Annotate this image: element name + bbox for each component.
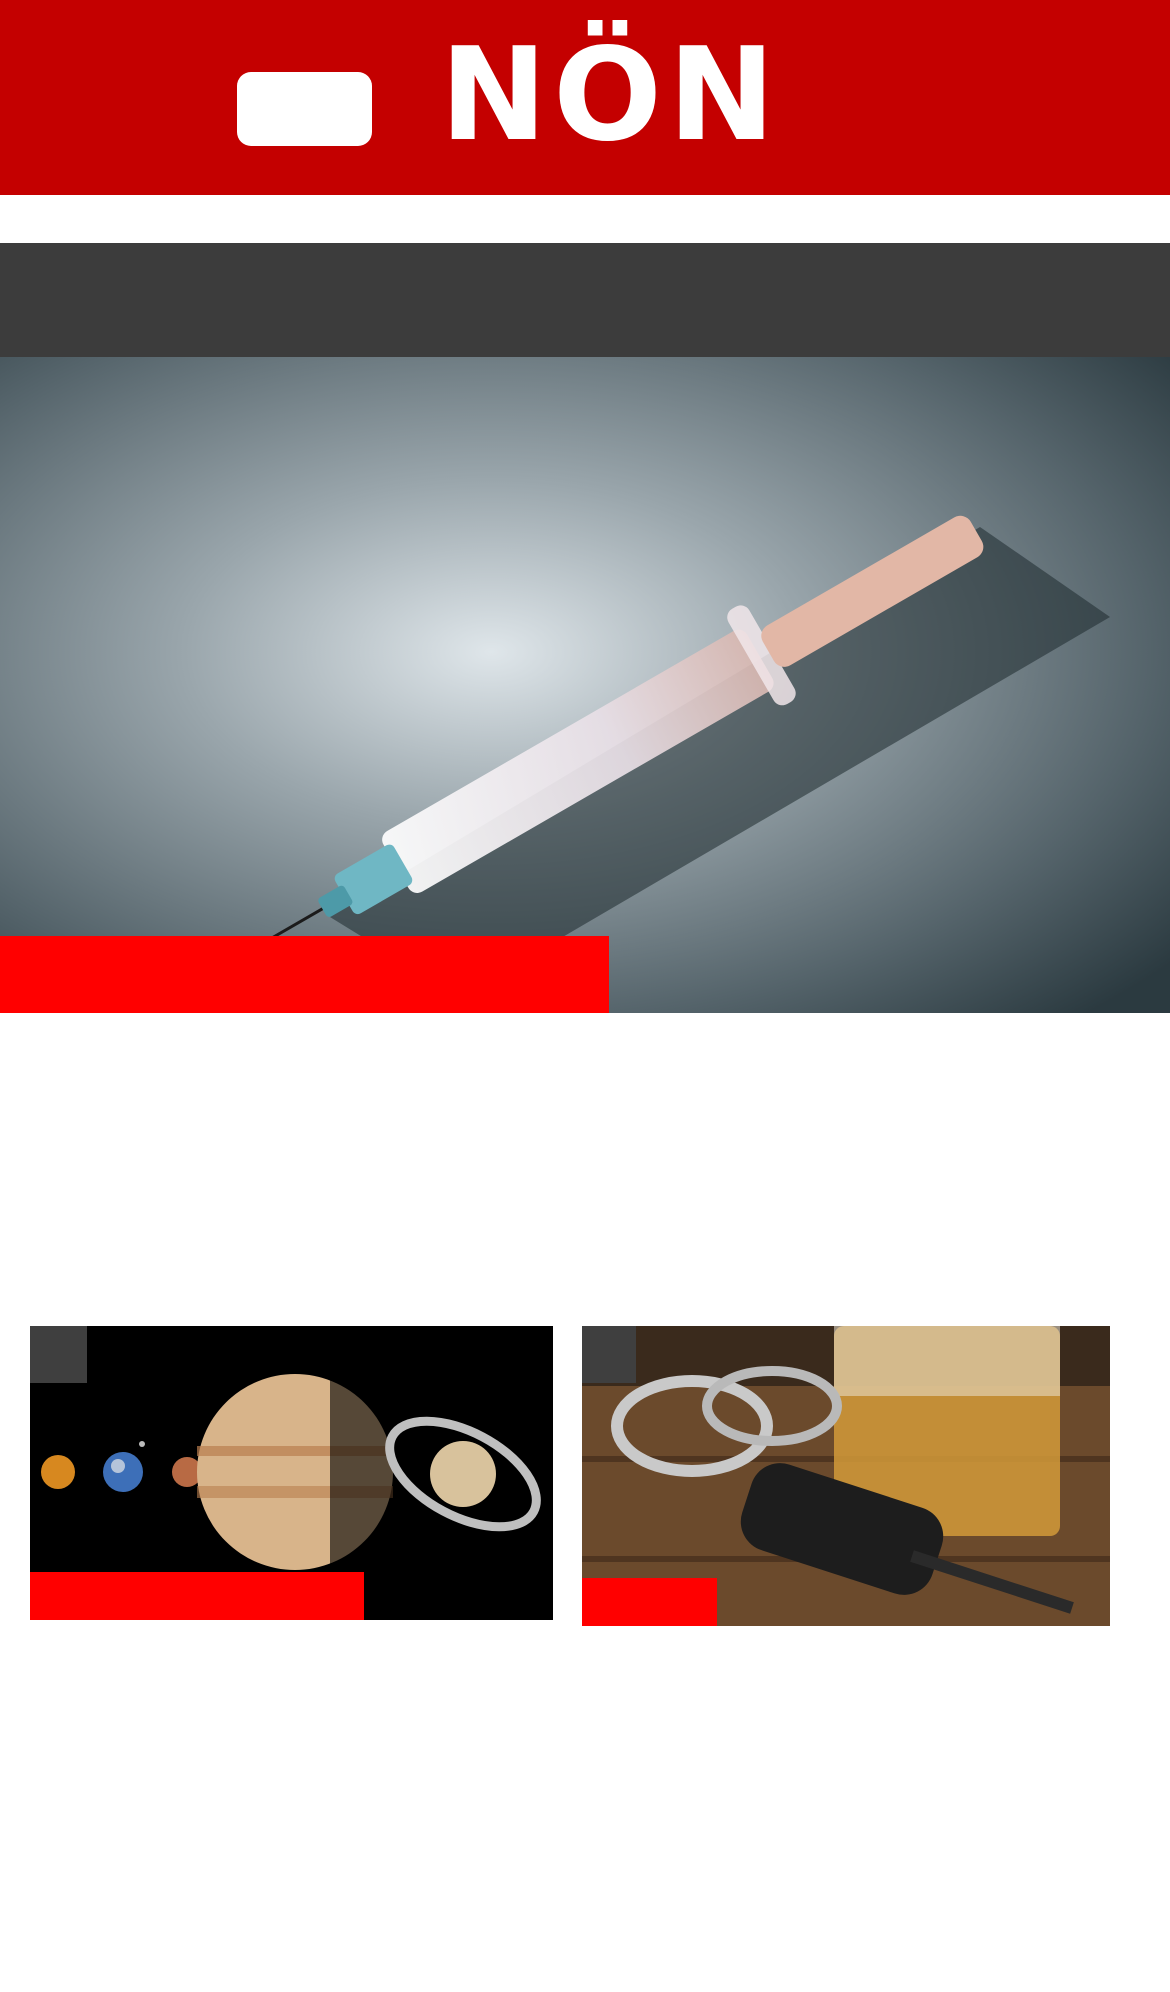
hero-category-label	[0, 936, 609, 1013]
menu-icon[interactable]	[237, 72, 372, 146]
article-card-drunk-driving[interactable]	[582, 1326, 1110, 1626]
card-corner-badge	[30, 1326, 87, 1383]
card-category-label	[30, 1572, 364, 1620]
card-corner-badge	[582, 1326, 636, 1383]
section-nav-bar	[0, 243, 1170, 357]
site-logo[interactable]: NÖN	[440, 26, 781, 166]
hero-article-image[interactable]	[0, 357, 1170, 1013]
site-header: NÖN	[0, 0, 1170, 195]
card-category-label	[582, 1578, 717, 1626]
article-card-planets[interactable]	[30, 1326, 553, 1620]
syringe-photo	[0, 357, 1170, 1013]
